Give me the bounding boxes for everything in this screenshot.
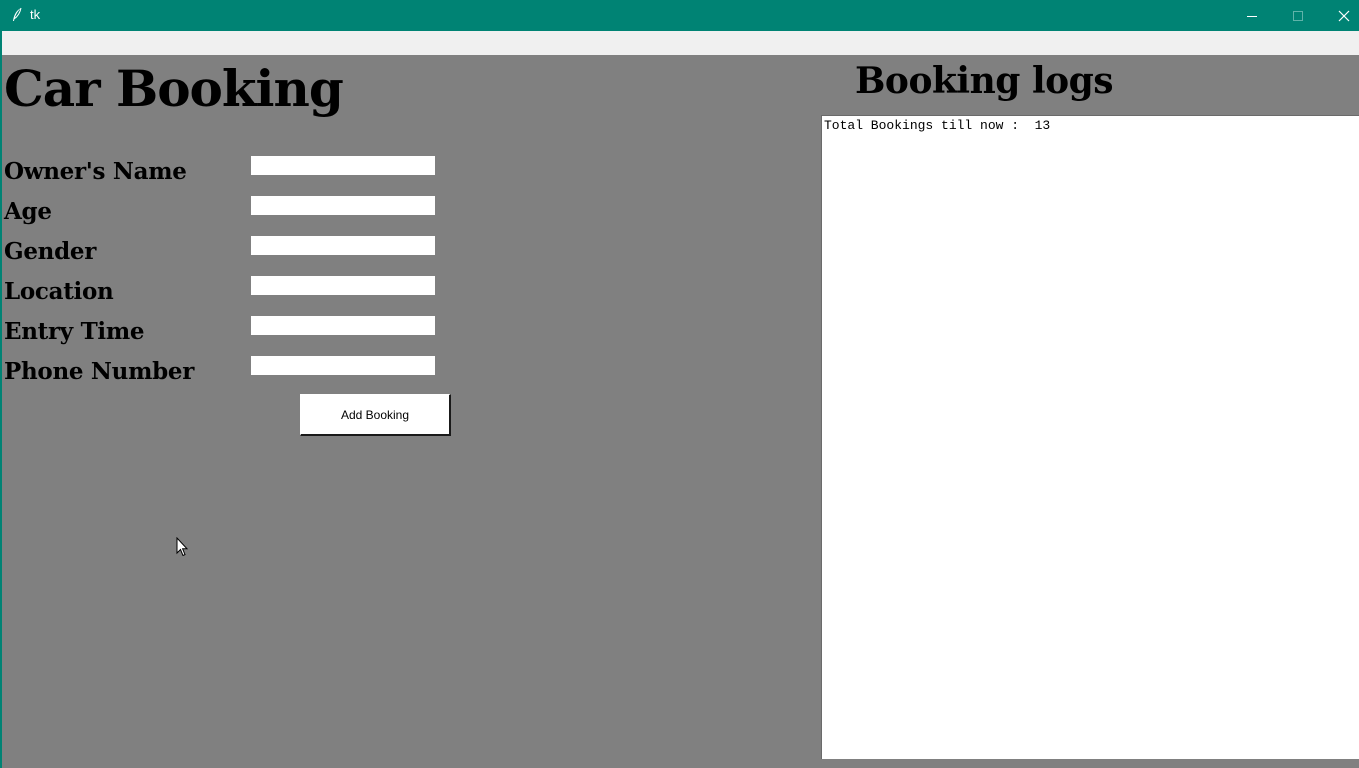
entry-time-label: Entry Time <box>4 318 145 345</box>
mouse-cursor-icon <box>176 537 188 557</box>
owners-name-input[interactable] <box>251 156 435 175</box>
gender-label: Gender <box>4 238 97 265</box>
close-icon <box>1338 10 1350 21</box>
maximize-button[interactable] <box>1275 0 1321 31</box>
add-booking-button[interactable]: Add Booking <box>300 394 451 436</box>
minimize-button[interactable] <box>1229 0 1275 31</box>
app-window: tk Car Booking Owner's Name Age Gender L… <box>0 0 1359 768</box>
age-input[interactable] <box>251 196 435 215</box>
location-input[interactable] <box>251 276 435 295</box>
maximize-icon <box>1293 10 1303 21</box>
logs-heading: Booking logs <box>855 60 1114 102</box>
owners-name-label: Owner's Name <box>4 158 187 185</box>
location-label: Location <box>4 278 114 305</box>
title-bar[interactable]: tk <box>0 0 1359 31</box>
booking-log-text[interactable]: Total Bookings till now : 13 <box>821 115 1359 759</box>
window-border <box>0 31 2 768</box>
age-label: Age <box>4 198 52 225</box>
close-button[interactable] <box>1321 0 1359 31</box>
phone-number-label: Phone Number <box>4 358 195 385</box>
gender-input[interactable] <box>251 236 435 255</box>
minimize-icon <box>1247 15 1257 17</box>
window-title: tk <box>30 7 41 22</box>
entry-time-input[interactable] <box>251 316 435 335</box>
menu-bar <box>2 31 1359 55</box>
page-title: Car Booking <box>4 59 344 118</box>
phone-number-input[interactable] <box>251 356 435 375</box>
feather-icon <box>13 7 22 21</box>
